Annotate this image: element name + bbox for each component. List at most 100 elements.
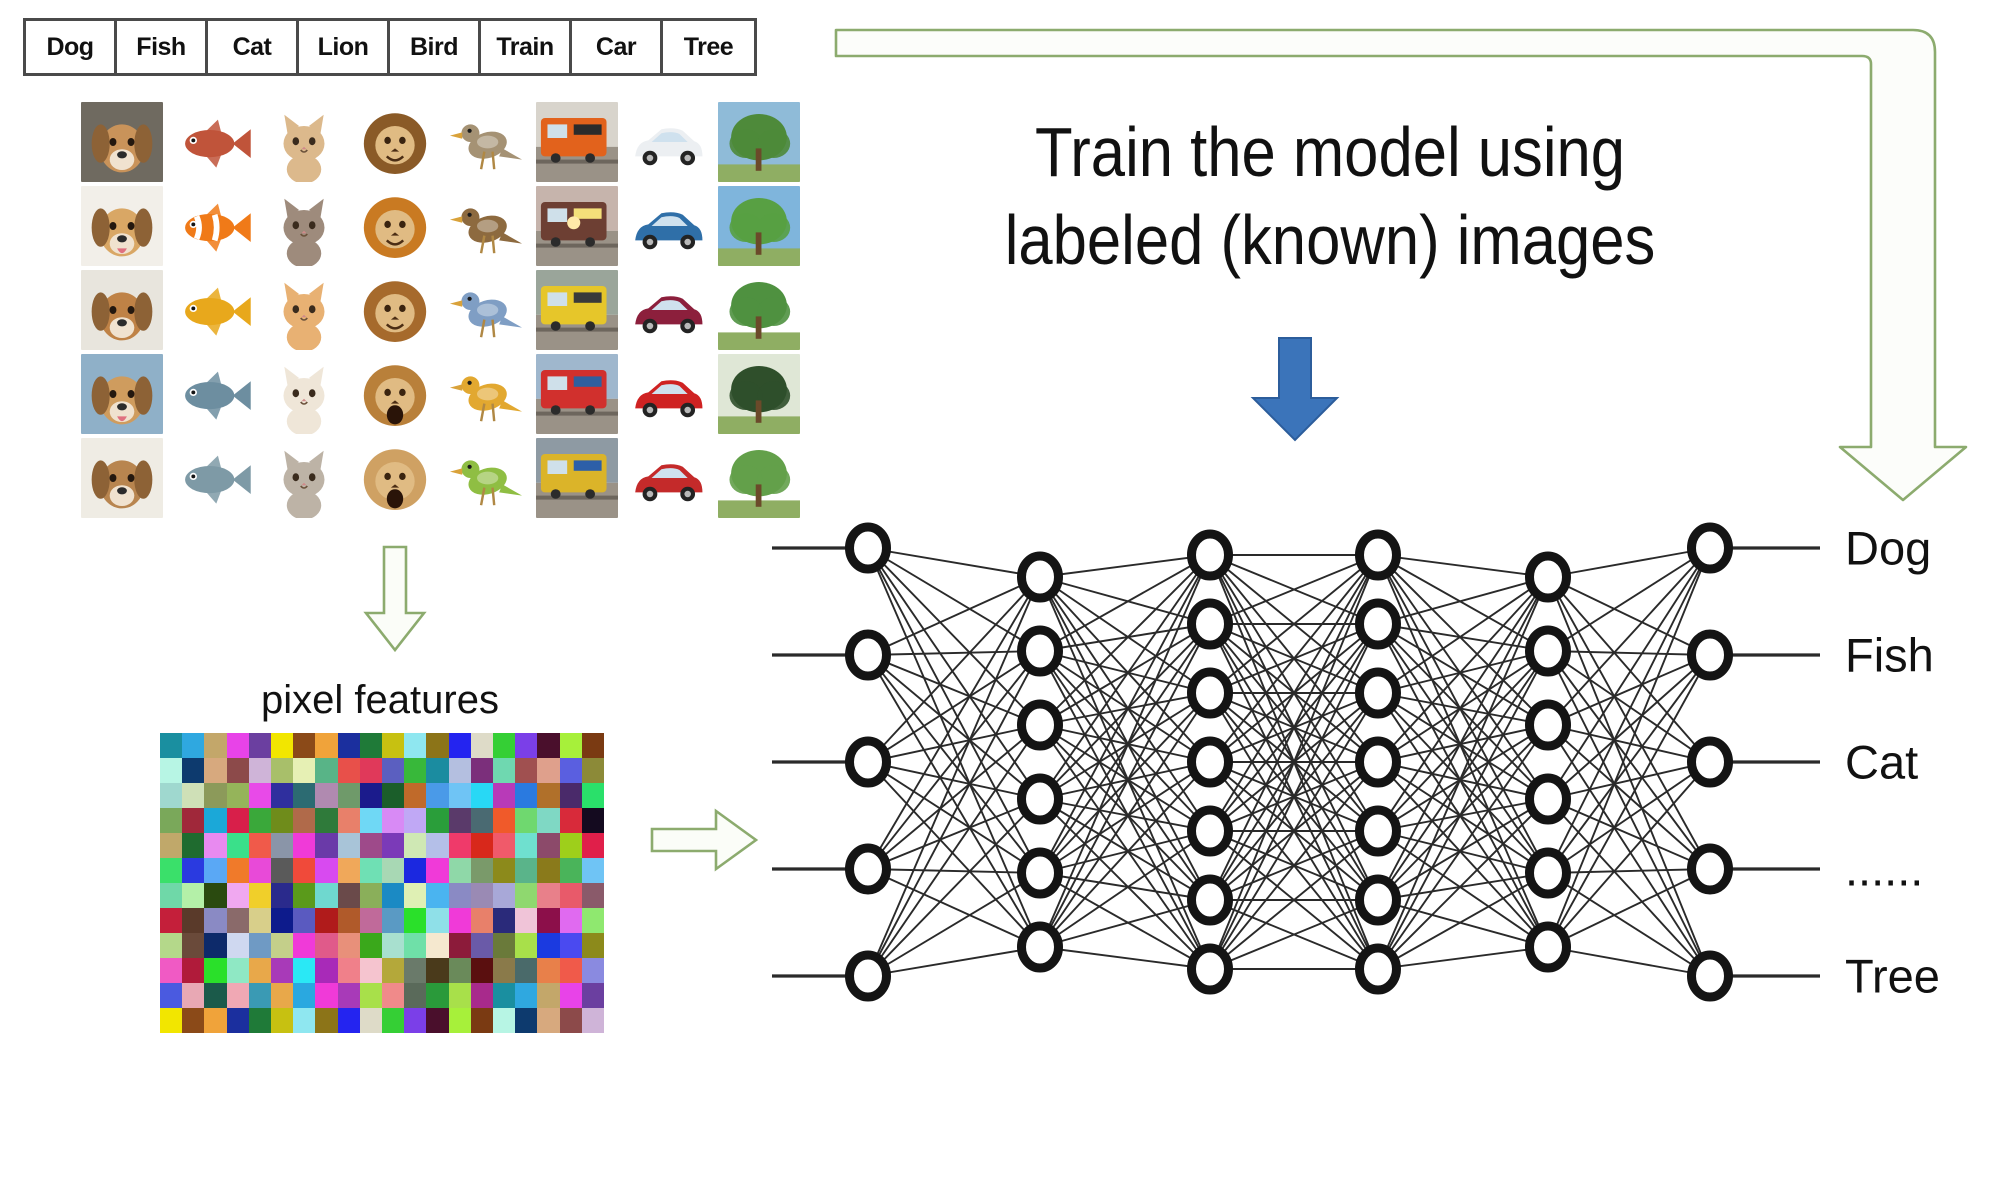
network-edge bbox=[1547, 654, 1711, 800]
pixel-cell bbox=[559, 833, 582, 858]
hidden-node bbox=[1187, 874, 1233, 926]
output-label: ...... bbox=[1845, 842, 1924, 896]
network-edge bbox=[1547, 576, 1711, 763]
network-edge bbox=[867, 872, 1041, 977]
pixel-cell bbox=[559, 783, 582, 808]
pixel-cell bbox=[382, 1008, 405, 1033]
pixel-cell bbox=[182, 908, 205, 933]
pixel-cell bbox=[293, 733, 316, 758]
pixel-cell bbox=[337, 808, 360, 833]
training-thumbnail bbox=[626, 354, 709, 434]
network-edge bbox=[1209, 623, 1379, 832]
network-edge bbox=[1209, 623, 1379, 763]
output-node bbox=[1687, 522, 1733, 574]
hidden-node bbox=[1187, 736, 1233, 788]
pixel-cell bbox=[581, 733, 604, 758]
training-thumbnail bbox=[444, 438, 527, 518]
pixel-cell bbox=[337, 908, 360, 933]
network-edge bbox=[1039, 692, 1211, 874]
output-node bbox=[1687, 843, 1733, 895]
network-edge bbox=[1039, 576, 1211, 832]
pixel-cell bbox=[315, 758, 338, 783]
pixel-cell bbox=[426, 908, 449, 933]
network-edge bbox=[1039, 761, 1211, 800]
pixel-cell bbox=[271, 983, 294, 1008]
network-edge bbox=[1039, 650, 1211, 970]
input-node bbox=[845, 522, 891, 574]
network-edge bbox=[867, 650, 1041, 656]
pixel-cell bbox=[315, 933, 338, 958]
pixel-cell bbox=[293, 758, 316, 783]
pixel-cell bbox=[382, 733, 405, 758]
network-edge bbox=[1547, 547, 1711, 800]
pixel-cell bbox=[182, 983, 205, 1008]
network-edge bbox=[1377, 946, 1549, 970]
pixel-cell bbox=[271, 808, 294, 833]
pixel-cell bbox=[271, 733, 294, 758]
pixel-cell bbox=[448, 908, 471, 933]
network-edge bbox=[1209, 830, 1379, 901]
pixel-cell bbox=[426, 983, 449, 1008]
network-edge bbox=[1209, 692, 1379, 832]
network-edge bbox=[1547, 724, 1711, 763]
network-edge bbox=[1209, 623, 1379, 970]
pixel-cell bbox=[448, 783, 471, 808]
pixel-cell bbox=[337, 783, 360, 808]
pixel-cell bbox=[359, 883, 382, 908]
training-thumbnail bbox=[353, 102, 436, 182]
training-thumbnail bbox=[353, 186, 436, 266]
pixel-cell bbox=[426, 883, 449, 908]
network-edge bbox=[1039, 650, 1211, 763]
pixel-cell bbox=[226, 833, 249, 858]
pixel-cell bbox=[493, 758, 516, 783]
network-edge bbox=[1547, 872, 1711, 977]
pixel-cell bbox=[359, 958, 382, 983]
pixel-cell bbox=[359, 833, 382, 858]
images-to-pixels-arrow bbox=[363, 545, 427, 653]
pixel-cell bbox=[470, 833, 493, 858]
pixel-cell bbox=[226, 908, 249, 933]
pixel-cell bbox=[204, 1008, 227, 1033]
hidden-node bbox=[1017, 921, 1063, 973]
pixel-cell bbox=[404, 783, 427, 808]
pixel-cell bbox=[404, 883, 427, 908]
network-edges bbox=[772, 546, 1820, 978]
pixel-cell bbox=[337, 958, 360, 983]
pixel-cell bbox=[537, 908, 560, 933]
class-label-cell: Car bbox=[572, 21, 663, 73]
training-thumbnail bbox=[171, 186, 254, 266]
output-label: Dog bbox=[1845, 521, 1932, 575]
network-edge bbox=[1377, 554, 1549, 948]
network-edge bbox=[1039, 692, 1211, 726]
training-thumbnail bbox=[80, 270, 163, 350]
network-edge bbox=[867, 650, 1041, 763]
pixel-cell bbox=[359, 783, 382, 808]
network-edge bbox=[1209, 761, 1379, 832]
pixel-cell bbox=[470, 908, 493, 933]
pixel-cell bbox=[293, 958, 316, 983]
pixel-cell bbox=[248, 933, 271, 958]
network-edge bbox=[867, 547, 1041, 578]
pixel-cell bbox=[226, 1008, 249, 1033]
network-edge bbox=[1377, 623, 1549, 948]
pixel-cell bbox=[515, 758, 538, 783]
pixel-cell bbox=[581, 1008, 604, 1033]
network-edge bbox=[1547, 761, 1711, 800]
pixel-cell bbox=[248, 958, 271, 983]
training-thumbnail bbox=[626, 438, 709, 518]
hidden-node bbox=[1525, 625, 1571, 677]
pixel-cell bbox=[359, 983, 382, 1008]
pixel-cell bbox=[537, 808, 560, 833]
network-edge bbox=[1209, 554, 1379, 694]
pixel-cell bbox=[493, 783, 516, 808]
pixel-cell bbox=[537, 1008, 560, 1033]
pixel-cell bbox=[337, 858, 360, 883]
class-label-cell: Dog bbox=[26, 21, 117, 73]
pixel-cell bbox=[581, 858, 604, 883]
network-edge bbox=[1377, 724, 1549, 763]
network-edge bbox=[1377, 724, 1549, 901]
network-edge bbox=[1039, 576, 1211, 970]
network-edge bbox=[1039, 576, 1211, 694]
pixel-cell bbox=[182, 858, 205, 883]
pixel-cell bbox=[315, 833, 338, 858]
